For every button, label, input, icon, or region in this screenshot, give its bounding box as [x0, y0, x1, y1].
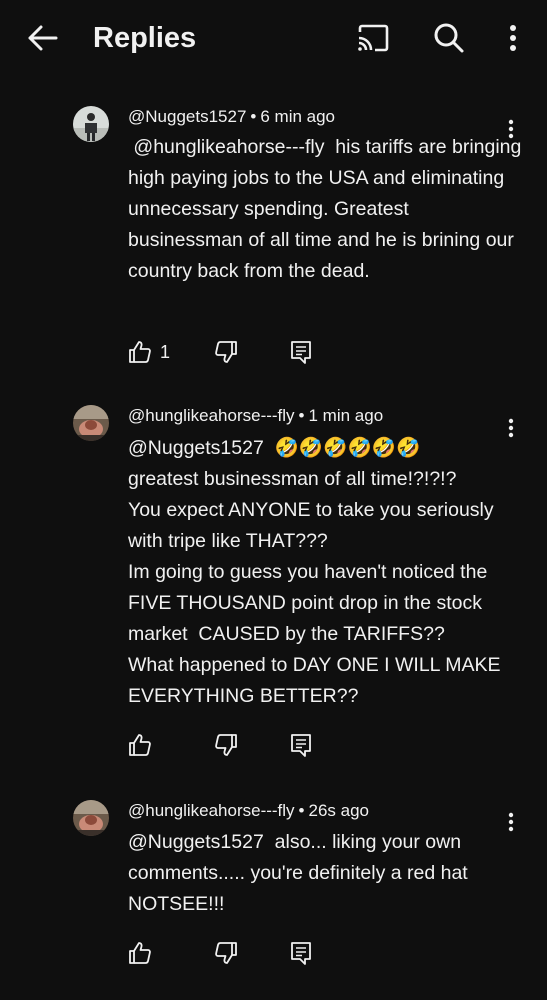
top-app-bar: Replies [0, 0, 547, 76]
reply-button[interactable] [290, 730, 312, 760]
comment-icon [291, 942, 311, 965]
avatar[interactable] [73, 106, 109, 142]
avatar[interactable] [73, 405, 109, 441]
reply-time: 26s ago [308, 801, 370, 820]
user-avatar-icon [73, 800, 109, 836]
arrow-left-icon [28, 25, 58, 51]
search-button[interactable] [430, 19, 468, 57]
like-button[interactable] [128, 730, 160, 760]
meta-separator: • [298, 406, 305, 425]
reply-button[interactable] [290, 938, 312, 968]
reply-text: @Nuggets1527 🤣🤣🤣🤣🤣🤣 greatest businessman… [128, 437, 501, 707]
cast-icon [358, 24, 389, 52]
meta-separator: • [250, 107, 257, 126]
reply-time: 1 min ago [308, 406, 384, 425]
reply-text: @hunglikeahorse---fly his tariffs are br… [128, 136, 527, 282]
user-avatar-icon [73, 405, 109, 441]
dislike-button[interactable] [214, 938, 238, 968]
reply-author[interactable]: @Nuggets1527 [128, 107, 246, 126]
more-options-button[interactable] [498, 19, 528, 57]
thumbs-up-icon [129, 942, 151, 964]
cast-button[interactable] [354, 20, 392, 56]
reply-text: @Nuggets1527 also... liking your own com… [128, 831, 474, 915]
thumbs-down-icon [215, 341, 237, 363]
thumbs-up-icon [129, 341, 151, 363]
thumbs-up-icon [129, 734, 151, 756]
reply-meta: @hunglikeahorse---fly • 1 min ago [128, 405, 383, 427]
reply-author[interactable]: @hunglikeahorse---fly [128, 406, 295, 425]
like-count: 1 [160, 341, 171, 362]
reply-meta: @Nuggets1527 • 6 min ago [128, 106, 335, 128]
reply-author[interactable]: @hunglikeahorse---fly [128, 801, 295, 820]
search-icon [434, 23, 464, 53]
user-avatar-icon [73, 106, 109, 142]
comment-icon [291, 734, 311, 757]
reply-actions [128, 938, 428, 968]
thumbs-down-icon [215, 942, 237, 964]
reply-actions [128, 730, 428, 760]
reply-actions: 1 [128, 337, 428, 367]
dislike-button[interactable] [214, 730, 238, 760]
reply-time: 6 min ago [260, 107, 336, 126]
reply-meta: @hunglikeahorse---fly • 26s ago [128, 800, 369, 822]
like-button[interactable]: 1 [128, 337, 170, 367]
avatar[interactable] [73, 800, 109, 836]
more-vertical-icon [510, 25, 516, 51]
thumbs-down-icon [215, 734, 237, 756]
meta-separator: • [298, 801, 305, 820]
page-title: Replies [93, 22, 197, 54]
dislike-button[interactable] [214, 337, 238, 367]
comment-icon [291, 341, 311, 364]
reply-button[interactable] [290, 337, 312, 367]
like-button[interactable] [128, 938, 160, 968]
back-button[interactable] [22, 18, 62, 58]
